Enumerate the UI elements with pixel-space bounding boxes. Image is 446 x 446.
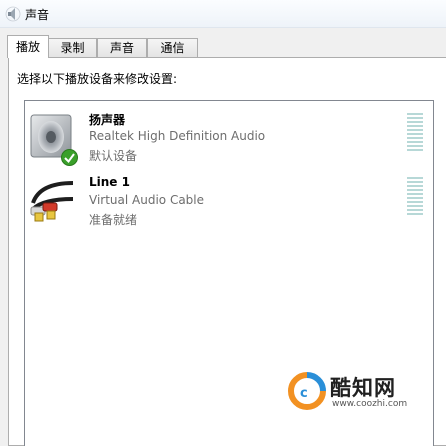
tab-label: 录制 (60, 41, 85, 55)
watermark: c 酷知网 www.coozhi.com (286, 368, 436, 414)
device-status: 默认设备 (89, 149, 138, 163)
device-name: Line 1 (89, 175, 130, 189)
watermark-url: www.coozhi.com (332, 399, 408, 409)
device-name: 扬声器 (89, 113, 126, 127)
tab-sounds[interactable]: 声音 (97, 38, 147, 57)
tab-communications[interactable]: 通信 (147, 38, 198, 57)
coozhi-logo-icon: c (288, 372, 326, 410)
instruction-text: 选择以下播放设备来修改设置: (17, 72, 178, 86)
volume-meter (407, 177, 423, 217)
tab-label: 播放 (15, 40, 40, 54)
svg-text:c: c (300, 386, 308, 401)
list-item-speakers[interactable]: 扬声器 Realtek High Definition Audio 默认设备 (25, 109, 429, 173)
sound-icon (5, 6, 21, 22)
watermark-text: 酷知网 (330, 376, 396, 400)
window-title: 声音 (25, 8, 50, 22)
rca-cable-icon (30, 181, 74, 222)
tab-label: 通信 (160, 41, 185, 55)
device-status: 准备就绪 (89, 213, 138, 227)
green-check-icon (61, 149, 78, 166)
device-description: Realtek High Definition Audio (89, 129, 266, 143)
tab-recording[interactable]: 录制 (48, 38, 97, 57)
volume-meter (407, 113, 423, 153)
title-bar[interactable]: 声音 (0, 0, 446, 28)
tab-label: 声音 (109, 41, 134, 55)
device-description: Virtual Audio Cable (89, 193, 205, 207)
list-item-line-1[interactable]: Line 1 Virtual Audio Cable 准备就绪 (25, 173, 429, 237)
tab-playback[interactable]: 播放 (7, 35, 49, 58)
